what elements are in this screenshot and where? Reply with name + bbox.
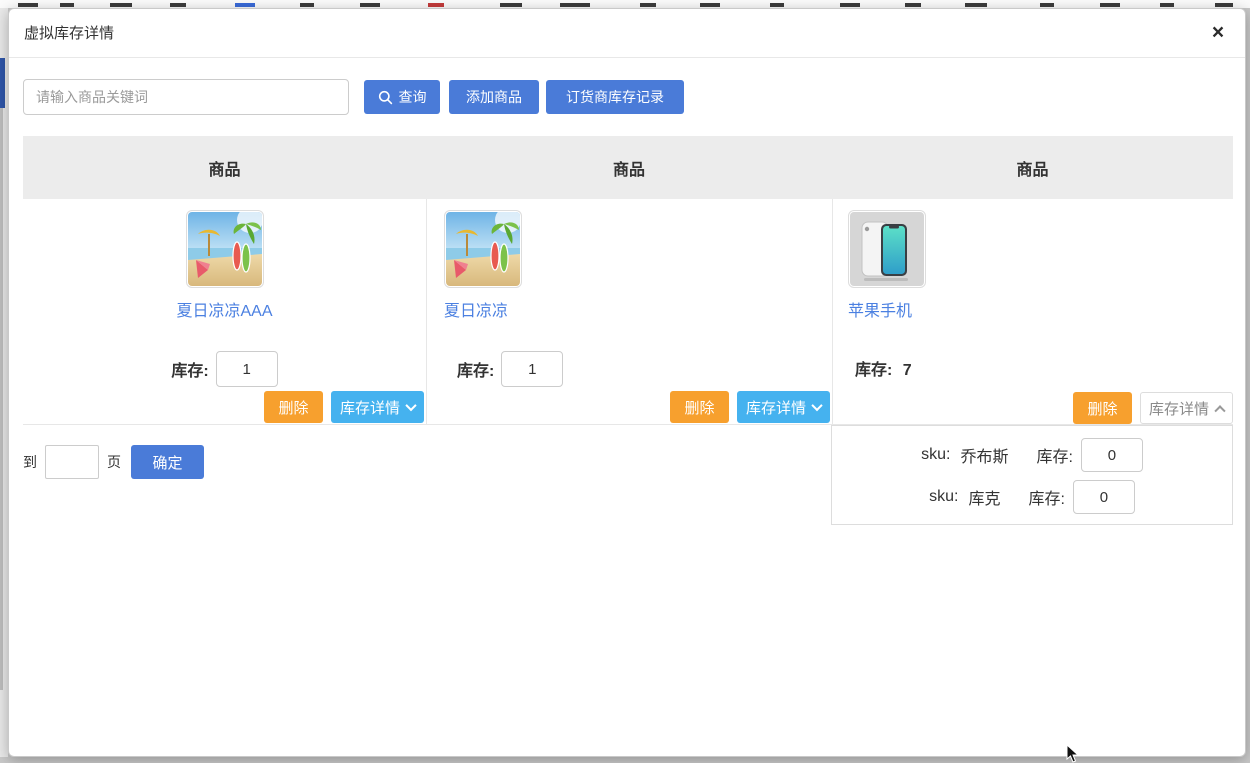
stock-label: 库存: [171, 357, 208, 381]
goto-page-prefix: 到 [23, 452, 37, 472]
sku-stock-label: 库存: [1028, 485, 1064, 509]
stock-input[interactable] [501, 351, 563, 387]
sku-stock-input[interactable] [1081, 438, 1143, 472]
stock-detail-button-expanded[interactable]: 库存详情 [1140, 392, 1233, 424]
product-name-link[interactable]: 苹果手机 [848, 297, 912, 321]
table-header-row: 商品 商品 商品 [23, 136, 1233, 199]
stock-label: 库存: [855, 362, 892, 379]
stock-detail-label: 库存详情 [1149, 398, 1209, 419]
column-header-product-2: 商品 [426, 136, 832, 199]
pagination: 到 页 确定 [23, 445, 204, 479]
sku-label: sku: [921, 446, 950, 464]
stock-detail-label: 库存详情 [746, 397, 806, 418]
supplier-stock-record-button[interactable]: 订货商库存记录 [546, 80, 684, 114]
close-icon[interactable]: × [1205, 20, 1231, 46]
goto-page-suffix: 页 [107, 452, 121, 472]
stock-row: 库存: [457, 351, 563, 387]
product-name-link[interactable]: 夏日凉凉AAA [176, 297, 272, 321]
card-actions: 删除 库存详情 [1073, 392, 1233, 424]
column-header-product-1: 商品 [23, 136, 426, 199]
stock-value: 7 [903, 362, 912, 379]
stock-row: 库存: [23, 351, 426, 387]
beach-product-image [444, 210, 522, 288]
card-actions: 删除 库存详情 [670, 391, 830, 423]
table-body-row: 夏日凉凉AAA 库存: 删除 库存详情 [23, 199, 1233, 425]
chevron-up-icon [1214, 405, 1225, 416]
sku-stock-input[interactable] [1073, 480, 1135, 514]
virtual-stock-modal: 虚拟库存详情 × 查询 添加商品 订货商库存记录 商品 商品 商品 [8, 8, 1246, 757]
beach-product-image [186, 210, 264, 288]
sku-row: sku: 库克 库存: [832, 476, 1232, 518]
stock-detail-button[interactable]: 库存详情 [331, 391, 424, 423]
delete-button[interactable]: 删除 [1073, 392, 1132, 424]
sku-row: sku: 乔布斯 库存: [832, 434, 1232, 476]
modal-title: 虚拟库存详情 [24, 9, 114, 58]
page-number-input[interactable] [45, 445, 99, 479]
stock-input[interactable] [216, 351, 278, 387]
sku-detail-panel: sku: 乔布斯 库存: sku: 库克 库存: [831, 425, 1233, 525]
card-actions: 删除 库存详情 [264, 391, 424, 423]
delete-button[interactable]: 删除 [264, 391, 323, 423]
stock-text: 库存: 7 [855, 356, 912, 380]
sku-name: 库克 [968, 485, 1000, 509]
iphone-product-image [848, 210, 926, 288]
column-header-product-3: 商品 [832, 136, 1233, 199]
search-input[interactable] [23, 79, 349, 115]
chevron-down-icon [811, 400, 822, 411]
toolbar: 查询 添加商品 订货商库存记录 [23, 79, 684, 115]
add-product-button[interactable]: 添加商品 [449, 80, 539, 114]
chevron-down-icon [405, 400, 416, 411]
product-card-3: 苹果手机 库存: 7 删除 库存详情 [832, 199, 1233, 425]
sku-stock-label: 库存: [1036, 443, 1072, 467]
confirm-button[interactable]: 确定 [131, 445, 204, 479]
product-card-1: 夏日凉凉AAA 库存: 删除 库存详情 [23, 199, 426, 425]
sku-name: 乔布斯 [960, 443, 1008, 467]
product-card-2: 夏日凉凉 库存: 删除 库存详情 [426, 199, 832, 425]
query-button-label: 查询 [399, 87, 427, 107]
mouse-cursor [1066, 744, 1080, 763]
screen: 虚拟库存详情 × 查询 添加商品 订货商库存记录 商品 商品 商品 [0, 0, 1250, 763]
background-accent-bar [0, 58, 5, 108]
stock-detail-label: 库存详情 [340, 397, 400, 418]
background-page-strip [0, 0, 1250, 8]
delete-button[interactable]: 删除 [670, 391, 729, 423]
stock-label: 库存: [457, 357, 494, 381]
product-name-link[interactable]: 夏日凉凉 [444, 297, 508, 321]
stock-detail-button[interactable]: 库存详情 [737, 391, 830, 423]
search-icon [378, 90, 393, 105]
sku-label: sku: [929, 488, 958, 506]
query-button[interactable]: 查询 [364, 80, 440, 114]
modal-header: 虚拟库存详情 × [9, 9, 1245, 58]
background-divider-line [0, 108, 3, 690]
product-table: 商品 商品 商品 [23, 136, 1233, 425]
